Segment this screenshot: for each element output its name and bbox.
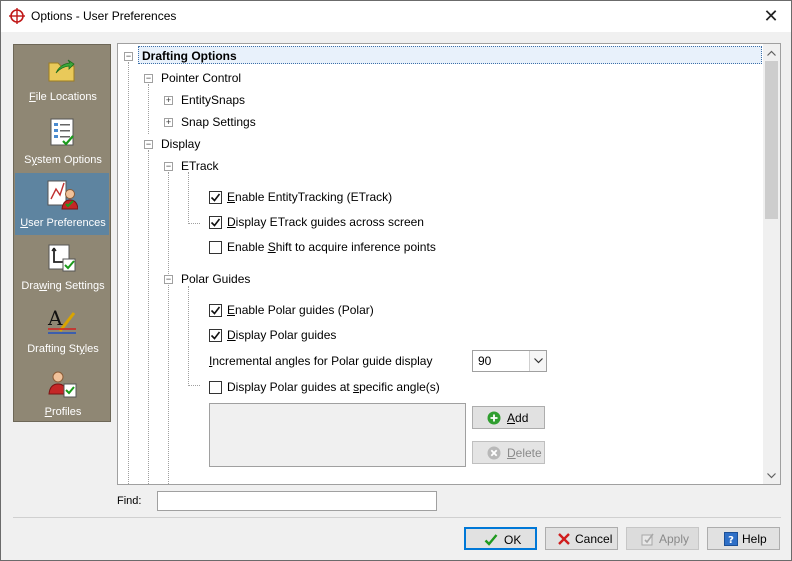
delete-angle-button[interactable]: Delete <box>472 441 545 464</box>
help-icon: ? <box>724 532 738 546</box>
sidebar-item-user-preferences[interactable]: User Preferences <box>15 173 109 235</box>
checkmark-icon <box>210 193 221 202</box>
tree-item-polar-guides[interactable]: Polar Guides <box>181 270 250 288</box>
enable-shift-inference-label[interactable]: Enable Shift to acquire inference points <box>227 238 436 256</box>
add-angle-button[interactable]: Add <box>472 406 545 429</box>
collapse-display-icon[interactable]: − <box>144 140 153 149</box>
collapse-polar-guides-icon[interactable]: − <box>164 275 173 284</box>
user-preferences-icon <box>47 180 78 210</box>
profiles-icon <box>48 371 77 398</box>
help-button[interactable]: ? Help <box>707 527 780 550</box>
display-etrack-guides-checkbox[interactable] <box>209 216 222 229</box>
checkmark-icon <box>210 218 221 227</box>
drawing-settings-icon <box>48 244 76 272</box>
apply-icon <box>641 533 654 546</box>
tree-item-pointer-control[interactable]: Pointer Control <box>161 69 241 87</box>
tree-scrollbar[interactable] <box>763 44 780 484</box>
drafting-styles-icon: A <box>47 306 76 334</box>
app-logo-icon <box>9 8 25 24</box>
expand-snap-settings-icon[interactable]: + <box>164 118 173 127</box>
sidebar-item-file-locations[interactable]: File Locations <box>15 47 109 109</box>
collapse-drafting-options-icon[interactable]: − <box>124 52 133 61</box>
find-label: Find: <box>117 495 142 507</box>
checkmark-icon <box>210 331 221 340</box>
display-polar-guides-label[interactable]: Display Polar guides <box>227 326 336 344</box>
scroll-down-icon[interactable] <box>763 467 780 484</box>
svg-text:A: A <box>47 306 63 330</box>
find-input[interactable] <box>157 491 437 511</box>
display-polar-specific-angles-checkbox[interactable] <box>209 381 222 394</box>
incremental-angles-label: Incremental angles for Polar guide displ… <box>209 354 433 368</box>
collapse-pointer-control-icon[interactable]: − <box>144 74 153 83</box>
tree-guide-line <box>128 62 129 484</box>
add-icon <box>487 411 501 425</box>
cancel-x-icon <box>558 533 570 545</box>
delete-icon <box>487 446 501 460</box>
tree-item-snap-settings[interactable]: Snap Settings <box>181 113 256 131</box>
enable-entitytracking-checkbox[interactable] <box>209 191 222 204</box>
specific-angles-list[interactable] <box>209 403 466 467</box>
sidebar-label-profiles: Profiles <box>44 406 82 418</box>
sidebar-label-drawing-settings: Drawing Settings <box>21 280 105 292</box>
close-button[interactable]: ✕ <box>751 1 791 32</box>
sidebar-item-profiles[interactable]: Profiles <box>15 362 109 424</box>
options-dialog: Options - User Preferences ✕ File Locati… <box>0 0 792 561</box>
tree-guide-line <box>188 385 200 386</box>
display-polar-guides-checkbox[interactable] <box>209 329 222 342</box>
close-icon: ✕ <box>763 6 779 26</box>
tree-item-drafting-options[interactable]: Drafting Options <box>138 46 762 64</box>
sidebar-item-drafting-styles[interactable]: A Drafting Styles <box>15 299 109 361</box>
enable-entitytracking-label[interactable]: Enable EntityTracking (ETrack) <box>227 188 392 206</box>
scroll-thumb[interactable] <box>765 61 778 219</box>
checkmark-icon <box>210 306 221 315</box>
tree-item-display[interactable]: Display <box>161 135 200 153</box>
tree-item-entitysnaps[interactable]: EntitySnaps <box>181 91 245 109</box>
cancel-button[interactable]: Cancel <box>545 527 618 550</box>
enable-polar-guides-checkbox[interactable] <box>209 304 222 317</box>
window-title: Options - User Preferences <box>31 9 177 23</box>
display-polar-specific-angles-label[interactable]: Display Polar guides at specific angle(s… <box>227 378 440 396</box>
display-etrack-guides-label[interactable]: Display ETrack guides across screen <box>227 213 424 231</box>
apply-button[interactable]: Apply <box>626 527 699 550</box>
delete-angle-label: Delete <box>507 446 542 460</box>
expand-entitysnaps-icon[interactable]: + <box>164 96 173 105</box>
tree-guide-line <box>148 84 149 134</box>
sidebar-label-user-preferences: User Preferences <box>20 217 106 229</box>
help-label: Help <box>742 532 767 546</box>
sidebar-label-drafting-styles: Drafting Styles <box>27 343 99 355</box>
tree-guide-line <box>168 172 169 484</box>
scroll-up-icon[interactable] <box>763 44 780 61</box>
collapse-etrack-icon[interactable]: − <box>164 162 173 171</box>
ok-label: OK <box>504 533 522 547</box>
system-checklist-icon <box>50 118 74 146</box>
incremental-angles-value: 90 <box>478 354 492 368</box>
tree-guide-line <box>148 150 149 484</box>
sidebar-item-system-options[interactable]: System Options <box>15 110 109 172</box>
options-tree[interactable]: − Drafting Options − Pointer Control + E… <box>117 43 781 485</box>
cancel-label: Cancel <box>575 532 613 546</box>
tree-guide-line <box>188 286 189 386</box>
svg-text:?: ? <box>728 535 734 546</box>
tree-guide-line <box>188 223 200 224</box>
sidebar-label-system-options: System Options <box>24 154 102 166</box>
sidebar-label-file-locations: File Locations <box>29 91 97 103</box>
add-angle-label: Add <box>507 411 529 425</box>
checkmark-ok-icon <box>484 534 498 546</box>
chevron-down-icon <box>529 351 546 371</box>
tree-item-etrack[interactable]: ETrack <box>181 157 219 175</box>
folder-arrow-icon <box>48 59 75 82</box>
incremental-angles-select[interactable]: 90 <box>472 350 547 372</box>
enable-polar-guides-label[interactable]: Enable Polar guides (Polar) <box>227 301 374 319</box>
sidebar-item-drawing-settings[interactable]: Drawing Settings <box>15 236 109 298</box>
tree-guide-line <box>188 172 189 224</box>
apply-label: Apply <box>659 532 690 546</box>
category-sidebar: File Locations System Options User Prefe… <box>13 44 111 422</box>
enable-shift-inference-checkbox[interactable] <box>209 241 222 254</box>
ok-button[interactable]: OK <box>464 527 537 550</box>
title-bar: Options - User Preferences ✕ <box>1 1 791 32</box>
footer-separator <box>13 517 781 518</box>
